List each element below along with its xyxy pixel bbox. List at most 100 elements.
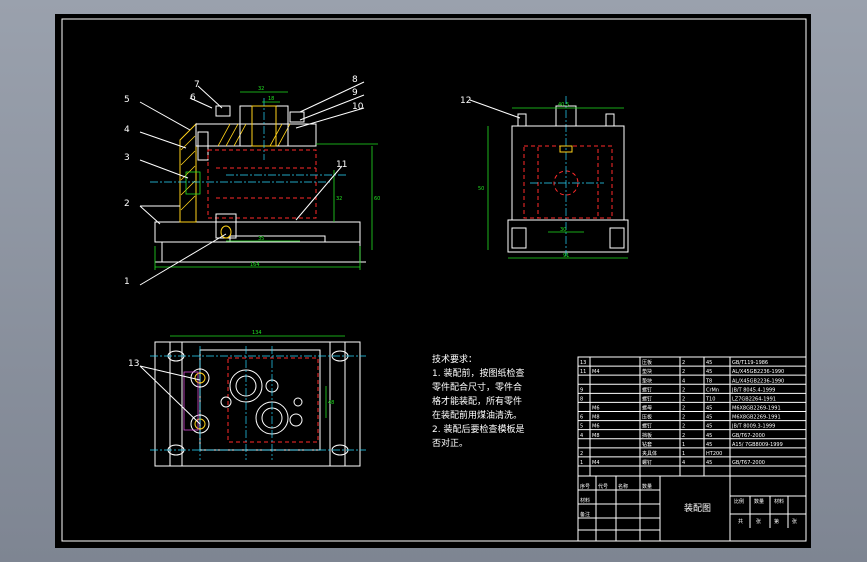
parts-list-cell: 45 bbox=[706, 424, 712, 430]
parts-list-cell: 45 bbox=[706, 460, 712, 466]
parts-list-cell: 1 bbox=[682, 442, 685, 448]
parts-list-cell: 5 bbox=[580, 424, 583, 430]
balloon-10: 10 bbox=[352, 102, 364, 112]
parts-list-cell: A15/ 7GB8009-1999 bbox=[732, 442, 783, 448]
parts-list-cell: M4 bbox=[592, 460, 600, 466]
svg-text:134: 134 bbox=[252, 330, 262, 336]
svg-text:材料: 材料 bbox=[580, 497, 590, 504]
svg-text:1. 装配前，按图纸检查: 1. 装配前，按图纸检查 bbox=[432, 367, 524, 379]
svg-text:35: 35 bbox=[258, 236, 264, 242]
parts-list-cell: 压板 bbox=[642, 414, 652, 421]
drawing-sheet[interactable]: 32 18 60 32 35 164 5 4 3 2 1 7 6 8 9 10 … bbox=[55, 14, 811, 548]
parts-list-cell: M6 bbox=[592, 406, 600, 412]
parts-list-cell: M8 bbox=[592, 415, 600, 421]
svg-text:164: 164 bbox=[250, 262, 260, 268]
parts-list-cell: 13 bbox=[580, 360, 586, 366]
front-view: 32 18 60 32 35 164 bbox=[139, 81, 380, 286]
svg-text:备注: 备注 bbox=[580, 511, 590, 518]
svg-text:格才能装配，所有零件: 格才能装配，所有零件 bbox=[432, 395, 522, 407]
balloon-8: 8 bbox=[352, 75, 358, 85]
svg-text:零件配合尺寸，零件合: 零件配合尺寸，零件合 bbox=[432, 381, 522, 393]
svg-text:张: 张 bbox=[792, 518, 797, 525]
parts-list-cell: M6X8GB2269-1991 bbox=[732, 406, 781, 412]
parts-list-cell: 螺钉 bbox=[642, 395, 652, 402]
parts-list-cell: CrMn bbox=[706, 387, 719, 393]
parts-list-cell: 2 bbox=[682, 396, 685, 402]
parts-list-cell: 钻套 bbox=[642, 441, 652, 448]
parts-list-cell: 压板 bbox=[642, 359, 652, 366]
svg-text:名称: 名称 bbox=[618, 483, 628, 490]
balloon-12: 12 bbox=[460, 96, 471, 106]
parts-list-cell: GB/T119-1986 bbox=[732, 360, 768, 366]
parts-list-cell: 4 bbox=[580, 433, 583, 439]
svg-text:序号: 序号 bbox=[580, 483, 590, 490]
parts-list-cell: JB/T 8009.3-1999 bbox=[731, 424, 775, 430]
parts-list-cell: HT200 bbox=[706, 451, 722, 457]
svg-text:张: 张 bbox=[756, 518, 761, 525]
svg-text:60: 60 bbox=[374, 196, 380, 202]
cad-viewport[interactable]: 32 18 60 32 35 164 5 4 3 2 1 7 6 8 9 10 … bbox=[0, 0, 867, 562]
parts-list-cell: 45 bbox=[706, 360, 712, 366]
balloon-13: 13 bbox=[128, 359, 139, 369]
svg-text:91: 91 bbox=[563, 253, 569, 259]
parts-list-cell: 11 bbox=[580, 369, 586, 375]
balloon-2: 2 bbox=[124, 199, 130, 209]
parts-list-cell: 1 bbox=[682, 451, 685, 457]
balloon-5: 5 bbox=[124, 95, 130, 105]
balloon-11: 11 bbox=[336, 160, 347, 170]
balloon-6: 6 bbox=[190, 93, 196, 103]
parts-list-cell: 1 bbox=[580, 460, 583, 466]
svg-text:在装配前用煤油清洗。: 在装配前用煤油清洗。 bbox=[432, 409, 522, 421]
parts-list-cell: 2 bbox=[682, 360, 685, 366]
side-view: 40.5 50 30 91 bbox=[469, 96, 629, 259]
title-block: 13 压板 2 45 GB/T119-198611 M4 垫块 2 45 AL/X45GB2236… bbox=[577, 356, 807, 542]
parts-list-cell: M8 bbox=[592, 433, 600, 439]
parts-list-cell: 8 bbox=[580, 396, 583, 402]
parts-list-cell: 2 bbox=[682, 415, 685, 421]
parts-list-cell: 45 bbox=[706, 369, 712, 375]
parts-list-cell: 2 bbox=[682, 424, 685, 430]
svg-text:48: 48 bbox=[328, 400, 334, 406]
parts-list-cell: T10 bbox=[705, 396, 715, 402]
parts-list-cell: 螺母 bbox=[642, 405, 652, 412]
parts-list-cell: 2 bbox=[580, 451, 583, 457]
tech-requirements: 技术要求： 1. 装配前，按图纸检查 零件配合尺寸，零件合 格才能装配，所有零件… bbox=[432, 353, 524, 449]
svg-text:比例: 比例 bbox=[734, 498, 744, 505]
svg-text:数量: 数量 bbox=[642, 483, 652, 490]
parts-list-cell: GB/T67-2000 bbox=[732, 433, 765, 439]
plan-view: 134 48 bbox=[139, 330, 366, 467]
tech-title: 技术要求： bbox=[432, 353, 477, 365]
sheet-border bbox=[61, 18, 807, 542]
parts-list-cell: GB/T67-2000 bbox=[732, 460, 765, 466]
svg-text:2. 装配后要检查模板是: 2. 装配后要检查模板是 bbox=[432, 423, 524, 435]
side-body bbox=[511, 125, 625, 221]
assembly-drawing: 32 18 60 32 35 164 5 4 3 2 1 7 6 8 9 10 … bbox=[61, 18, 807, 542]
parts-list-cell: AL/X45GB2236-1990 bbox=[732, 378, 784, 384]
parts-list-cell: 夹具体 bbox=[642, 450, 657, 457]
workpiece-hidden bbox=[207, 149, 317, 219]
parts-list-cell: 2 bbox=[682, 387, 685, 393]
parts-list-cell: 45 bbox=[706, 415, 712, 421]
svg-text:代号: 代号 bbox=[598, 483, 608, 490]
svg-text:18: 18 bbox=[268, 96, 274, 102]
parts-list-cell: 45 bbox=[706, 433, 712, 439]
balloon-7: 7 bbox=[194, 80, 200, 90]
parts-list-cell: 4 bbox=[682, 460, 685, 466]
svg-text:否对正。: 否对正。 bbox=[432, 437, 468, 449]
parts-list-cell: 2 bbox=[682, 433, 685, 439]
balloon-1: 1 bbox=[124, 277, 130, 287]
drawing-title: 装配图 bbox=[684, 502, 711, 514]
parts-list-cell: 螺钉 bbox=[642, 459, 652, 466]
parts-list-cell: 2 bbox=[682, 406, 685, 412]
balloon-9: 9 bbox=[352, 88, 358, 98]
parts-list-cell: 45 bbox=[706, 442, 712, 448]
parts-list-cell: 6 bbox=[580, 415, 583, 421]
bolt-left bbox=[215, 105, 231, 117]
parts-list-cell: M6 bbox=[592, 424, 600, 430]
parts-list-cell: M6X8GB2269-1991 bbox=[732, 415, 781, 421]
parts-list-cell: 9 bbox=[580, 387, 583, 393]
svg-text:共: 共 bbox=[738, 518, 743, 525]
parts-list-cell: 螺钉 bbox=[642, 386, 652, 393]
parts-list-cell: LZ7GB2264-1991 bbox=[732, 396, 776, 402]
parts-list-cell: 垫块 bbox=[642, 377, 652, 384]
